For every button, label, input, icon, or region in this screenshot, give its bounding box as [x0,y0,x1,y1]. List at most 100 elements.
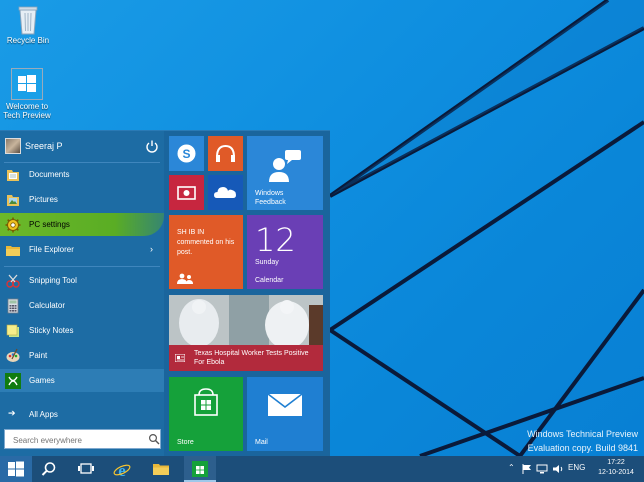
task-view-icon [78,463,94,474]
menu-item-file-explorer[interactable]: File Explorer › [0,238,164,261]
start-left-pane: Sreeraj P Documents Pictures PC settings… [0,131,164,457]
flag-icon[interactable] [522,464,532,474]
menu-item-label: Documents [29,170,70,179]
people-notification: SH IB IN commented on his post. [177,229,235,256]
menu-item-snipping-tool[interactable]: Snipping Tool [0,269,164,292]
calculator-icon [7,298,19,314]
search-icon[interactable] [148,433,160,445]
paint-palette-icon [6,348,20,362]
menu-item-pc-settings[interactable]: PC settings [0,213,164,236]
tile-video[interactable] [169,175,204,210]
documents-folder-icon [7,170,19,181]
internet-explorer-icon: e [113,461,131,479]
chevron-right-icon[interactable]: › [150,244,153,254]
tile-news[interactable]: Texas Hospital Worker Tests Positive For… [169,295,323,371]
menu-item-label: Games [29,376,55,385]
user-name: Sreeraj P [25,141,63,151]
welcome-label: Welcome to Tech Preview [3,102,51,120]
language-indicator[interactable]: ENG [568,463,585,472]
menu-item-label: Sticky Notes [29,326,74,335]
tile-people[interactable]: SH IB IN commented on his post. [169,215,243,289]
menu-item-games[interactable]: Games [0,369,164,392]
recycle-bin-icon [13,4,43,35]
start-tiles-pane: S Windows Feedback SH IB IN commented on… [164,131,330,457]
news-caption-bar: Texas Hospital Worker Tests Positive For… [169,345,323,371]
menu-item-pictures[interactable]: Pictures [0,188,164,211]
windows-logo-icon [11,68,43,100]
store-bag-icon [194,388,218,416]
volume-icon[interactable] [552,464,564,474]
network-icon[interactable] [536,464,548,474]
all-apps-button[interactable]: ➔ All Apps [0,403,164,426]
divider [4,266,160,267]
camera-icon [177,186,196,200]
cloud-icon [214,187,236,198]
search-input[interactable] [5,431,143,450]
menu-item-label: PC settings [29,220,70,229]
recycle-bin-label: Recycle Bin [6,36,50,45]
folder-icon [153,464,169,475]
menu-item-label: Pictures [29,195,58,204]
svg-text:S: S [182,147,190,161]
avatar [5,138,21,154]
clock-time: 17:22 [607,459,625,466]
tile-calendar[interactable]: 12 Sunday Calendar [247,215,323,289]
recycle-bin-desktop-icon[interactable]: Recycle Bin [0,4,56,45]
sticky-notes-icon [6,324,19,337]
clock[interactable]: 17:22 12-10-2014 [594,458,638,478]
calendar-day: 12 [255,221,296,259]
news-headline: Texas Hospital Worker Tests Positive For… [194,350,309,366]
menu-item-paint[interactable]: Paint [0,344,164,367]
start-menu: Sreeraj P Documents Pictures PC settings… [0,130,330,457]
menu-item-label: File Explorer [29,245,74,254]
people-icon [177,273,193,284]
mail-envelope-icon [267,393,303,416]
tile-label: Store [177,439,194,446]
xbox-icon [5,373,21,389]
tile-onedrive[interactable] [208,175,243,210]
menu-item-label: Paint [29,351,48,360]
internet-explorer-button[interactable]: e [106,456,138,482]
tile-label: Calendar [255,277,284,284]
tile-label: Windows Feedback [255,190,286,206]
tile-windows-feedback[interactable]: Windows Feedback [247,136,323,210]
user-account[interactable]: Sreeraj P [0,135,164,159]
watermark-line2: Evaluation copy. Build 9841 [527,443,638,453]
task-view-button[interactable] [70,456,102,482]
search-box[interactable] [4,429,161,450]
windows-logo-icon [8,461,24,477]
tile-label: Mail [255,439,268,446]
file-explorer-button[interactable] [145,456,177,482]
store-taskbar-button[interactable] [184,456,216,482]
taskbar: e ⌃ ENG 17:22 12-10-2014 [0,456,644,482]
store-icon [192,461,208,477]
start-button[interactable] [0,456,32,482]
all-apps-label: All Apps [29,410,58,419]
menu-item-label: Calculator [29,301,66,310]
arrow-right-icon: ➔ [8,408,16,418]
clock-date: 12-10-2014 [598,469,634,476]
file-explorer-icon [6,246,20,256]
gear-icon [5,217,21,233]
feedback-people-icon [269,150,301,182]
svg-text:e: e [118,461,126,479]
search-icon [41,462,56,476]
menu-item-label: Snipping Tool [29,276,77,285]
tile-music[interactable] [208,136,243,171]
tile-store[interactable]: Store [169,377,243,451]
headphones-icon [216,144,235,162]
power-icon[interactable] [145,139,159,153]
news-icon [175,354,185,362]
scissors-icon [6,274,20,288]
welcome-desktop-icon[interactable]: Welcome to Tech Preview [0,68,57,120]
pictures-folder-icon [7,195,19,206]
menu-item-calculator[interactable]: Calculator [0,294,164,317]
tray-chevron-up-icon[interactable]: ⌃ [508,463,515,472]
tile-skype[interactable]: S [169,136,204,171]
watermark-line1: Windows Technical Preview [527,429,638,439]
taskbar-search-button[interactable] [34,456,66,482]
tile-mail[interactable]: Mail [247,377,323,451]
menu-item-sticky-notes[interactable]: Sticky Notes [0,319,164,342]
menu-item-documents[interactable]: Documents [0,163,164,186]
skype-icon: S [177,144,196,163]
